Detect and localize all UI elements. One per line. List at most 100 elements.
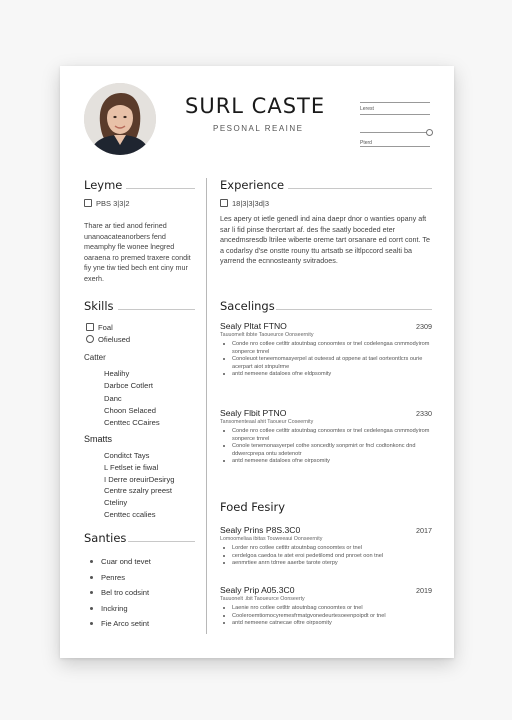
list-item: Centtec ccalies — [104, 509, 156, 519]
list-item: Cteliny — [104, 498, 128, 508]
job-year: 2017 — [416, 526, 432, 535]
job-title: Sealy Pltat FTNO — [220, 321, 287, 331]
candidate-subtitle: PESONAL REAINE — [213, 124, 304, 133]
job-bullets: Lorder nro cotlee cetlttr atoutnbag cono… — [220, 545, 432, 568]
bullet-icon — [90, 591, 93, 594]
skills-group2-title: Smatts — [84, 434, 113, 444]
list-item: antd nemeene dataloes ofne oirpsomity — [220, 458, 432, 466]
experience-rule — [288, 188, 432, 189]
job-subtitle: Tauuonelt .ibit Taoueurce Oonseerty — [220, 596, 305, 602]
list-item: Centtec CCaires — [104, 418, 160, 428]
list-item: Cooleroemtiomocyremesfrmatgvonedeurtesoe… — [220, 613, 432, 621]
contact-circle-icon — [426, 129, 433, 136]
list-item: I Derre oreuirDesiryg — [104, 474, 175, 484]
square-icon — [86, 323, 94, 331]
contact-line-1 — [360, 102, 430, 103]
list-item: Penres — [90, 570, 151, 586]
bullet-icon — [90, 560, 93, 563]
list-item: cerdelgoa caedoa te atet eroi pedetilomd… — [220, 553, 432, 561]
experience-meta-text: 18|3|3|3d|3 — [232, 199, 269, 208]
profile-meta-text: PBS 3|3|2 — [96, 199, 130, 208]
list-item: Fie Arco setint — [90, 616, 151, 632]
list-item: Cuar ond tevet — [90, 554, 151, 570]
santies-item-label: Fie Arco setint — [101, 619, 150, 628]
job-year: 2309 — [416, 322, 432, 331]
job-year: 2019 — [416, 586, 432, 595]
skills-rule — [118, 309, 195, 310]
job-title: Sealy Prip A05.3C0 — [220, 585, 295, 595]
sacelings-rule — [276, 309, 432, 310]
santies-rule — [128, 541, 195, 542]
list-item: Conde nro cotlee cetlttr atoutnbag conoo… — [220, 428, 432, 443]
job-entry: Sealy Prins P8S.3C0 2017 Lomoomeliaa ibi… — [220, 525, 432, 585]
profile-section-title: Leyme — [84, 178, 123, 192]
skill-label: Foal — [98, 323, 113, 332]
contact-line-3 — [360, 132, 428, 133]
list-item: Danc — [104, 393, 122, 403]
profile-photo-image — [84, 83, 156, 155]
santies-item-label: Penres — [101, 572, 126, 582]
job-bullets: Laenie nro cotlee cetlttr atoutnbag cono… — [220, 605, 432, 628]
column-divider — [206, 178, 207, 634]
list-item: Healihy — [104, 369, 130, 378]
list-item: Inckring — [90, 601, 151, 617]
contact-line-4 — [360, 146, 430, 147]
list-item: Lorder nro cotlee cetlttr atoutnbag cono… — [220, 545, 432, 553]
santies-section-title: Santies — [84, 531, 127, 545]
profile-rule — [126, 188, 195, 189]
profile-text: Thare ar tied anod ferined unanoacateano… — [84, 221, 191, 283]
calendar-icon — [220, 199, 228, 207]
list-item: L Fetlset ie fiwal — [104, 462, 159, 472]
list-item: Bel tro codsint — [90, 585, 151, 601]
job-bullets: Conde nro cotlee cetlttr atoutnbag conoo… — [220, 341, 432, 379]
skill-label: Ofielused — [98, 335, 131, 344]
job-entry: Sealy Flbit PTNO 2330 Tansomenteaal ahit… — [220, 408, 432, 488]
job-bullets: Conde nro cotlee cetlttr atoutnbag conoo… — [220, 428, 432, 466]
skills-group1-title: Catter — [84, 353, 106, 362]
list-item: antd nemeene dataloes ofne eldpsomity — [220, 371, 432, 379]
foed-fesiry-section-title: Foed Fesiry — [220, 500, 286, 514]
sacelings-section-title: Sacelings — [220, 299, 275, 313]
list-item: antd nemeene catnecae oftre oirpsomity — [220, 620, 432, 628]
skills-section-title: Skills — [84, 299, 114, 313]
job-title: Sealy Prins P8S.3C0 — [220, 525, 301, 535]
list-item: Ofielused — [86, 334, 130, 346]
experience-text: Les apery ot ietle genedl ind aina daepr… — [220, 214, 430, 265]
experience-meta: 18|3|3|3d|3 — [220, 199, 269, 208]
list-item: aenmrtiee anrn tdrree aaerbe tarote oter… — [220, 560, 432, 568]
experience-section-title: Experience — [220, 178, 285, 192]
calendar-icon — [84, 199, 92, 207]
job-entry: Sealy Prip A05.3C0 2019 Tauuonelt .ibit … — [220, 585, 432, 645]
profile-meta: PBS 3|3|2 — [84, 199, 130, 208]
job-subtitle: Lomoomeliaa ibitas Touweeaui Oonseernity — [220, 536, 323, 542]
job-entry: Sealy Pltat FTNO 2309 Tauuomelt ibbte Ta… — [220, 321, 432, 401]
job-subtitle: Tauuomelt ibbte Taoueurce Oonseernity — [220, 332, 314, 338]
list-item: Conde nro cotlee cetlttr atoutnbag conoo… — [220, 341, 432, 356]
list-item: Foal — [86, 322, 130, 334]
job-subtitle: Tansomenteaal ahit Taoueur Coseernity — [220, 419, 314, 425]
bullet-icon — [90, 606, 93, 610]
santies-item-label: Inckring — [101, 603, 128, 613]
contact-line-2 — [360, 114, 430, 115]
clock-icon — [86, 335, 94, 343]
list-item: Conditct Tays — [104, 451, 150, 460]
list-item: Conole tenemonasyerpel cothe soncedtly s… — [220, 443, 432, 458]
candidate-name: SURL CASTE — [185, 94, 326, 118]
skills-group1-list: Healihy Darbce Cotlert Danc Choon Selace… — [104, 368, 160, 429]
contact-label-top: Lerest — [360, 106, 374, 112]
resume-page: SURL CASTE PESONAL REAINE Lerest Pterd L… — [60, 66, 454, 658]
santies-item-label: Bel tro codsint — [101, 588, 150, 597]
skills-group2-list: Conditct Tays L Fetlset ie fiwal I Derre… — [104, 450, 174, 521]
list-item: Laenie nro cotlee cetlttr atoutnbag cono… — [220, 605, 432, 613]
list-item: Centre szalry preest — [104, 486, 172, 496]
job-title: Sealy Flbit PTNO — [220, 408, 287, 418]
santies-list: Cuar ond tevet Penres Bel tro codsint In… — [90, 554, 151, 632]
profile-photo — [84, 83, 156, 155]
list-item: Darbce Cotlert — [104, 381, 153, 391]
list-item: Conoleuot teneemomasyerpel at outeesd at… — [220, 356, 432, 371]
list-item: Choon Selaced — [104, 405, 156, 415]
santies-item-label: Cuar ond tevet — [101, 557, 151, 566]
job-year: 2330 — [416, 409, 432, 418]
bullet-icon — [90, 575, 93, 579]
skills-icon-list: Foal Ofielused — [86, 322, 130, 346]
